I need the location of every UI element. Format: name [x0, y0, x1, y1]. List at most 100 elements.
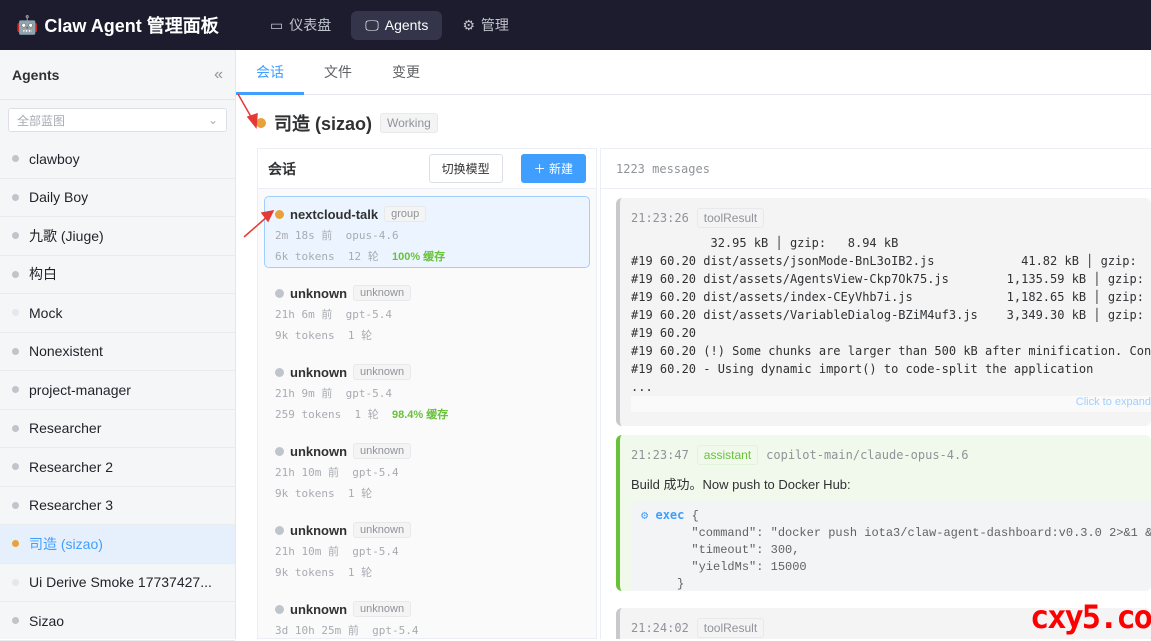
status-dot [12, 386, 19, 394]
status-dot [12, 501, 19, 509]
session-item[interactable]: nextcloud-talk group 2m 18s 前 opus-4.6 6k… [264, 196, 590, 268]
status-dot [12, 617, 19, 625]
agent-label: Researcher [29, 420, 102, 437]
agent-label: clawboy [29, 150, 80, 167]
arrow-line [237, 93, 255, 123]
sidebar-item-agent[interactable]: Daily Boy [0, 179, 235, 217]
session-time: 21h 10m 前 [275, 545, 339, 558]
new-session-button[interactable]: ＋ 新建 [520, 154, 586, 183]
session-model: gpt-5.4 [345, 387, 392, 400]
session-item[interactable]: unknown unknown 21h 10m 前 gpt-5.4 9k toke… [264, 433, 590, 505]
sidebar-item-agent[interactable]: Mock [0, 294, 235, 333]
message-list[interactable]: 21:23:26 toolResult 32.95 kB │ gzip: 8.94… [601, 189, 1151, 639]
sidebar-header: Agents « [0, 50, 235, 100]
nav-admin[interactable]: ⚙ 管理 [448, 11, 523, 40]
status-dot [12, 424, 19, 432]
session-tokens: 9k tokens [275, 487, 335, 500]
status-dot [12, 540, 19, 548]
session-time: 21h 10m 前 [275, 466, 339, 479]
message-tool-result[interactable]: 21:23:26 toolResult 32.95 kB │ gzip: 8.94… [616, 198, 1151, 426]
status-dot [12, 193, 19, 201]
status-dot [12, 232, 19, 240]
sidebar-item-agent[interactable]: Researcher 2 [0, 448, 235, 487]
monitor-icon: 🖵 [365, 16, 379, 33]
agent-tabs: 会话 文件 变更 [236, 50, 1151, 95]
session-name: unknown [290, 601, 348, 617]
sessions-header: 会话 切换模型 ＋ 新建 [258, 149, 596, 189]
status-dot [275, 367, 284, 377]
session-list[interactable]: nextcloud-talk group 2m 18s 前 opus-4.6 6k… [258, 196, 596, 638]
sidebar-item-agent[interactable]: project-manager [0, 371, 235, 410]
session-name: unknown [290, 285, 348, 301]
session-tag: unknown [353, 364, 412, 380]
tab-sessions[interactable]: 会话 [236, 50, 304, 95]
session-item[interactable]: unknownunknown 3d 10h 25m 前 gpt-5.4 254 … [264, 591, 590, 638]
session-name: unknown [290, 364, 348, 380]
dashboard-icon: ▭ [270, 16, 284, 33]
sidebar-item-agent[interactable]: 司造 (sizao) [0, 525, 235, 564]
sidebar-item-agent[interactable]: Researcher [0, 410, 235, 448]
role-badge: assistant [696, 445, 759, 465]
session-tokens: 9k tokens [275, 566, 335, 579]
collapse-icon[interactable]: « [214, 66, 223, 84]
session-item[interactable]: unknown unknown 21h 6m 前 gpt-5.4 9k token… [264, 275, 590, 347]
main-nav: ▭ 仪表盘 🖵 Agents ⚙ 管理 [256, 10, 523, 40]
agent-label: Nonexistent [29, 343, 103, 360]
nav-agents[interactable]: 🖵 Agents [351, 10, 443, 40]
select-value: 全部蓝图 [17, 113, 66, 128]
message-time: 21:23:26 [631, 211, 689, 225]
session-item[interactable]: unknown unknown 21h 9m 前 gpt-5.4 259 toke… [264, 354, 590, 426]
session-turns: 1 轮 [354, 408, 379, 421]
tool-output: 32.95 kB │ gzip: 8.94 kB #19 60.20 dist/… [631, 236, 1151, 394]
agent-name: 司造 (sizao) [274, 114, 373, 134]
agent-label: Researcher 2 [29, 458, 114, 475]
session-time: 21h 6m 前 [275, 308, 333, 321]
status-dot [275, 209, 284, 219]
sidebar-item-agent[interactable]: Sizao [0, 602, 235, 641]
sidebar-item-agent[interactable]: 九歌 (Jiuge) [0, 217, 235, 256]
sidebar-title: Agents [12, 66, 60, 83]
nav-label: 管理 [480, 17, 509, 33]
switch-model-button[interactable]: 切换模型 [428, 154, 503, 183]
message-time: 21:24:02 [631, 621, 689, 635]
session-tag: unknown [353, 285, 412, 301]
model-name: copilot-main/claude-opus-4.6 [766, 448, 969, 462]
session-name: unknown [290, 443, 348, 459]
nav-label: 仪表盘 [289, 17, 332, 33]
session-name: nextcloud-talk [290, 206, 379, 222]
expand-link[interactable]: Click to expand [631, 396, 1151, 412]
session-tag: unknown [353, 522, 412, 538]
message-assistant[interactable]: 21:23:47 assistant copilot-main/claude-opu… [616, 435, 1151, 591]
messages-panel: 1223 messages 21:23:26 toolResult 32.95 k… [600, 148, 1151, 639]
sidebar-item-agent[interactable]: 构白 [0, 256, 235, 294]
sidebar-item-agent[interactable]: Ui Derive Smoke 17737427... [0, 564, 235, 602]
sidebar-item-agent[interactable]: Nonexistent [0, 333, 235, 371]
sessions-panel: 会话 切换模型 ＋ 新建 nextcloud-talk group 2m 18s … [257, 148, 597, 639]
status-dot [12, 155, 19, 163]
gear-icon: ⚙ [462, 16, 475, 33]
blueprint-filter-select[interactable]: 全部蓝图 ⌄ [8, 108, 227, 132]
tab-changes[interactable]: 变更 [372, 50, 440, 94]
session-turns: 1 轮 [347, 329, 373, 342]
sidebar-item-agent[interactable]: clawboy [0, 140, 235, 179]
role-badge: toolResult [696, 208, 765, 228]
tab-files[interactable]: 文件 [304, 50, 372, 94]
message-text: Build 成功。Now push to Docker Hub: [631, 477, 851, 492]
status-dot [275, 525, 284, 535]
status-dot [275, 446, 284, 456]
agent-label: project-manager [29, 381, 131, 398]
agent-label: Researcher 3 [29, 497, 114, 514]
gear-icon: ⚙ [641, 508, 649, 522]
status-dot [12, 309, 19, 317]
agent-label: Sizao [29, 612, 65, 629]
session-tag: unknown [353, 443, 412, 459]
agent-label: Daily Boy [29, 189, 89, 206]
session-tag: unknown [353, 601, 412, 617]
sidebar-item-agent[interactable]: Researcher 3 [0, 487, 235, 525]
nav-dashboard[interactable]: ▭ 仪表盘 [256, 11, 345, 40]
session-cache: 98.4% 缓存 [391, 409, 449, 421]
app-brand[interactable]: 🤖 Claw Agent 管理面板 [16, 12, 252, 38]
session-item[interactable]: unknown unknown 21h 10m 前 gpt-5.4 9k toke… [264, 512, 590, 584]
session-name: unknown [290, 522, 348, 538]
session-tokens: 259 tokens [275, 408, 342, 421]
